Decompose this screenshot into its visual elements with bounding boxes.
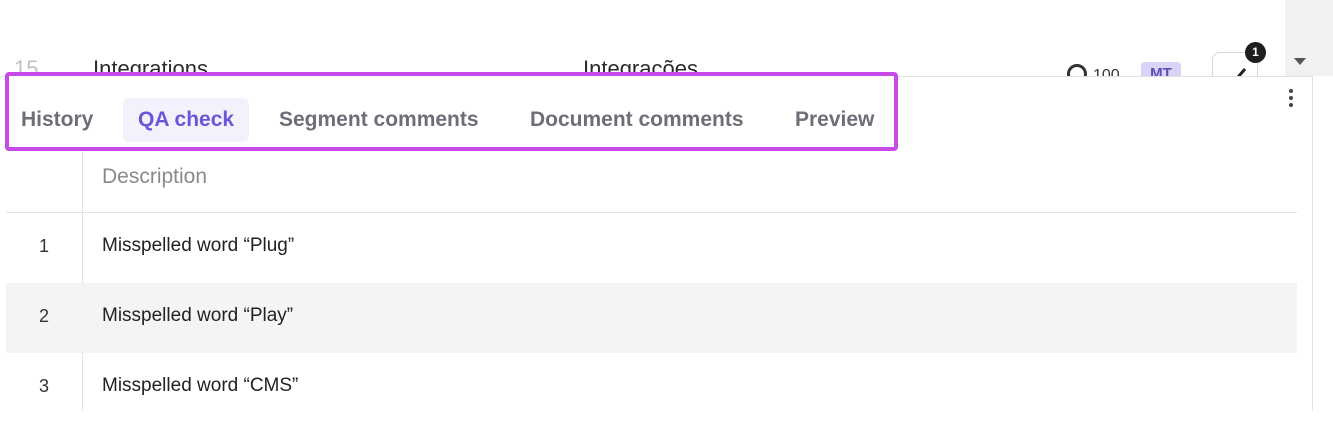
more-options-icon[interactable] (1282, 86, 1300, 116)
match-score: 100 (1067, 64, 1120, 76)
scrollbar-track[interactable] (1285, 0, 1333, 76)
table-row[interactable]: 1 Misspelled word “Plug” (6, 213, 1297, 283)
row-number: 3 (38, 376, 49, 396)
notification-badge: 1 (1245, 42, 1266, 63)
row-description: Misspelled word “CMS” (102, 375, 299, 396)
tab-segment-comments[interactable]: Segment comments (279, 98, 479, 142)
match-ring-icon (1067, 64, 1087, 76)
tab-preview[interactable]: Preview (795, 98, 874, 142)
checkmark-icon (1226, 68, 1247, 76)
row-description: Misspelled word “Play” (102, 305, 294, 326)
segment-row-15[interactable]: 15 Integrations Integrações 100 MT 1 (0, 0, 1285, 76)
tab-qa-check[interactable]: QA check (123, 98, 250, 142)
row-number: 1 (38, 236, 49, 256)
match-score-value: 100 (1093, 67, 1120, 76)
scroll-down-arrow-icon[interactable] (1294, 58, 1306, 65)
table-row[interactable]: 2 Misspelled word “Play” (6, 283, 1297, 353)
tab-history[interactable]: History (21, 98, 93, 142)
row-number: 2 (38, 306, 49, 326)
table-row[interactable]: 3 Misspelled word “CMS” (6, 353, 1297, 423)
description-column-header: Description (102, 165, 208, 188)
panel-tabs: History QA check Segment comments Docume… (5, 72, 898, 151)
tab-document-comments[interactable]: Document comments (530, 98, 744, 142)
table-header: Description (6, 151, 1297, 213)
mt-badge: MT (1141, 62, 1181, 76)
row-description: Misspelled word “Plug” (102, 235, 295, 256)
